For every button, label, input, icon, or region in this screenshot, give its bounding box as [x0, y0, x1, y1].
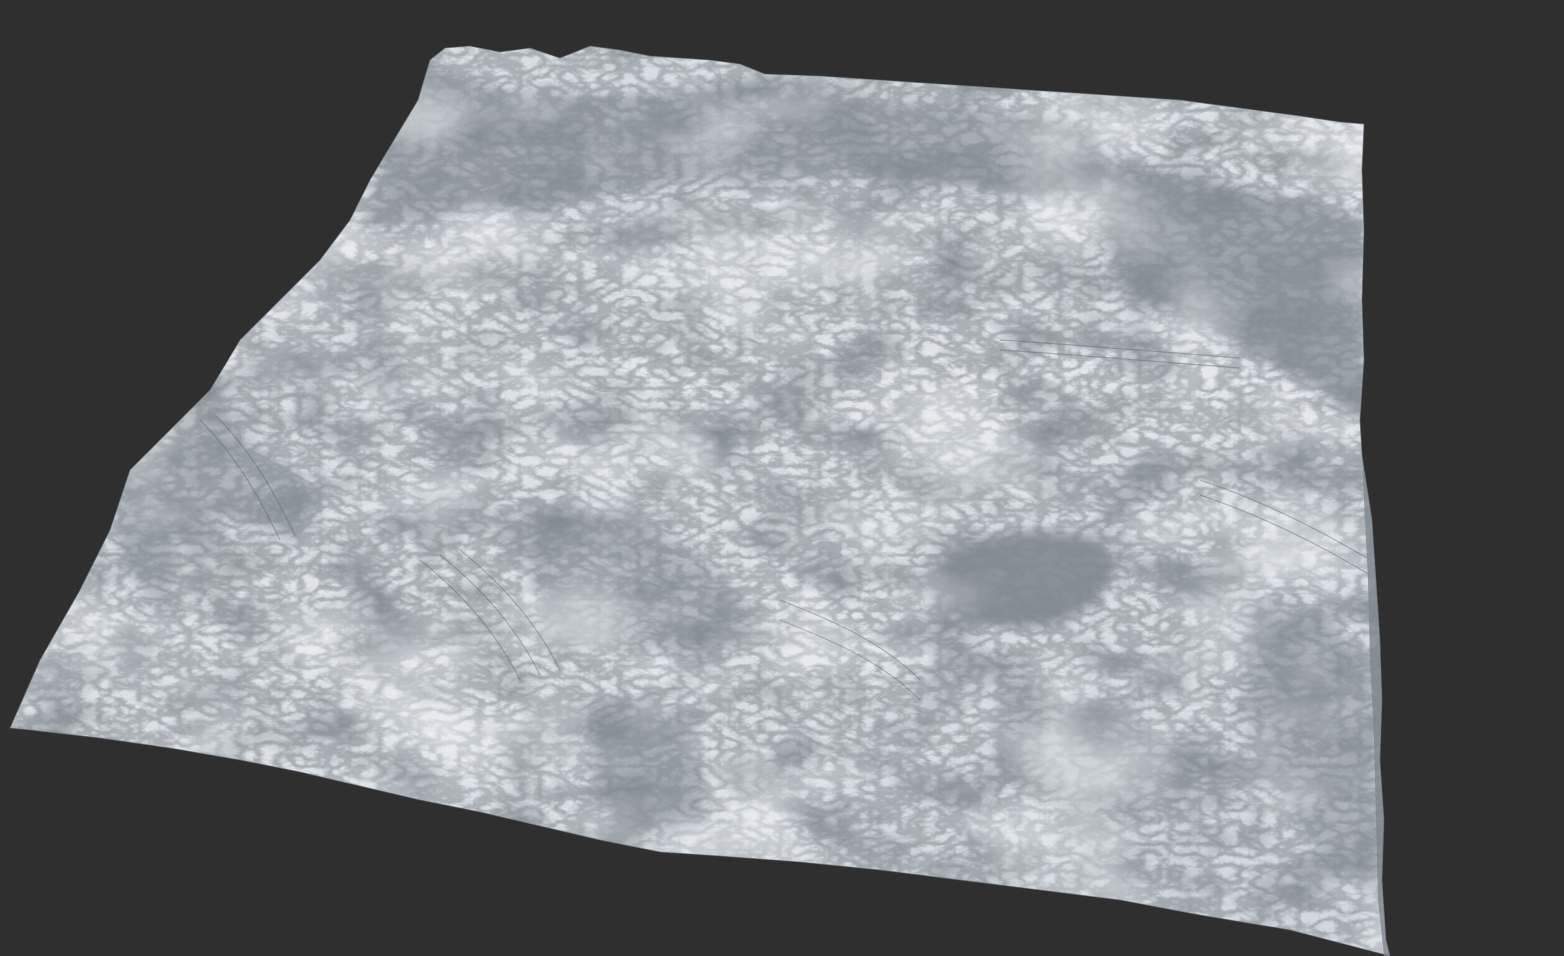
terrain-render [0, 0, 1564, 956]
3d-viewport[interactable] [0, 0, 1564, 956]
